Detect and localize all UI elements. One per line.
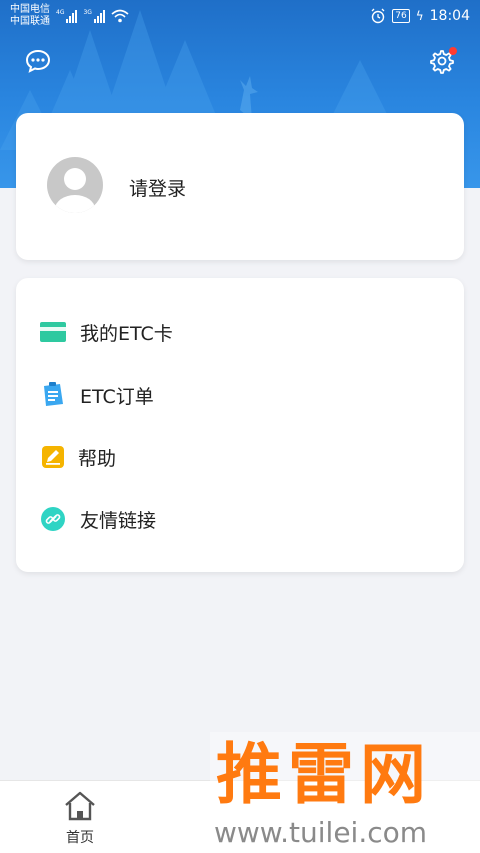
menu-item-etc-order[interactable]: ETC订单 (16, 367, 464, 423)
nav-home[interactable]: 首页 (50, 791, 110, 847)
help-pencil-icon (40, 444, 66, 470)
message-button[interactable] (22, 45, 54, 77)
charging-icon: ϟ (415, 9, 424, 23)
nav-home-label: 首页 (66, 830, 94, 846)
home-icon (65, 791, 95, 821)
card-icon (40, 319, 66, 345)
watermark-main: 推雷网 (216, 736, 432, 813)
menu-item-friendly-links[interactable]: 友情链接 (16, 491, 464, 547)
network-type-1: 4G (56, 9, 65, 16)
watermark: 推雷网 www.tuilei.com (210, 732, 480, 853)
order-icon (40, 382, 66, 408)
wifi-icon (111, 9, 129, 23)
carrier-1: 中国电信 (10, 4, 50, 15)
profile-card[interactable]: 请登录 (16, 113, 464, 260)
notification-badge (449, 47, 457, 55)
carrier-2: 中国联通 (10, 16, 50, 27)
chat-bubble-icon (25, 49, 51, 73)
menu-card: 我的ETC卡 ETC订单 帮助 友情链接 (16, 278, 464, 572)
battery-indicator: 76 (392, 9, 410, 23)
menu-item-help[interactable]: 帮助 (16, 429, 464, 485)
carrier-info: 中国电信 中国联通 (10, 4, 50, 28)
status-bar: 中国电信 中国联通 4G 3G 76 ϟ 18:04 (0, 0, 480, 32)
signal-2-icon: 3G (83, 9, 105, 23)
watermark-sub: www.tuilei.com (214, 816, 428, 849)
settings-button[interactable] (425, 45, 457, 77)
user-avatar-icon[interactable] (47, 157, 103, 213)
menu-item-label: ETC订单 (80, 385, 154, 408)
link-icon (40, 506, 66, 532)
menu-item-label: 帮助 (78, 447, 117, 470)
network-type-2: 3G (83, 9, 92, 16)
menu-item-label: 我的ETC卡 (80, 322, 173, 345)
signal-1-icon: 4G (56, 9, 78, 23)
login-label[interactable]: 请登录 (129, 174, 186, 201)
alarm-icon (371, 8, 385, 24)
menu-item-label: 友情链接 (80, 509, 157, 532)
clock: 18:04 (429, 8, 470, 24)
menu-item-my-etc-card[interactable]: 我的ETC卡 (16, 304, 464, 360)
